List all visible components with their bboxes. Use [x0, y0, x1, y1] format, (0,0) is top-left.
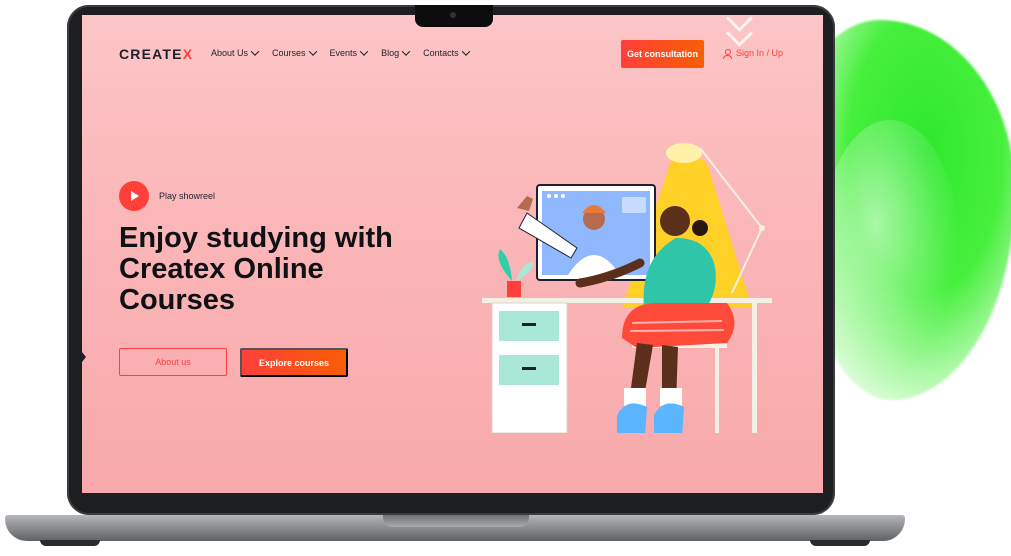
online-study-illustration: [482, 143, 772, 433]
laptop-screen: CREATEX About Us Courses Events Blog Con…: [82, 15, 823, 493]
nav-item-contacts[interactable]: Contacts: [423, 47, 470, 58]
chevron-down-icon: [401, 47, 411, 56]
user-icon: [723, 48, 732, 59]
chevron-down-icon: [359, 47, 369, 56]
sign-in-link[interactable]: Sign In / Up: [723, 48, 783, 59]
get-consultation-button[interactable]: Get consultation: [621, 40, 704, 68]
laptop-opening-groove: [383, 515, 529, 527]
hero-headline: Enjoy studying with Createx Online Cours…: [119, 222, 393, 316]
chevron-down-icon: [461, 47, 470, 56]
slider-edge-arrow-icon: [82, 352, 86, 362]
blob-highlight: [820, 120, 960, 380]
createx-logo[interactable]: CREATEX: [119, 46, 193, 62]
chevron-down-icon: [250, 47, 260, 56]
camera-icon: [450, 12, 456, 18]
nav-item-blog[interactable]: Blog: [381, 47, 411, 58]
nav-item-events[interactable]: Events: [330, 47, 369, 58]
showreel-label[interactable]: Play showreel: [159, 191, 215, 201]
laptop-foot-right: [810, 540, 870, 546]
play-icon: [131, 191, 139, 201]
laptop-foot-left: [40, 540, 100, 546]
about-us-button[interactable]: About us: [119, 348, 227, 376]
chevrons-decoration-icon: [726, 15, 753, 47]
play-showreel-button[interactable]: [119, 181, 149, 211]
nav-item-about-us[interactable]: About Us: [211, 47, 260, 58]
chevron-down-icon: [308, 47, 317, 56]
nav-item-courses[interactable]: Courses: [272, 47, 317, 58]
main-nav: About Us Courses Events Blog Contacts: [211, 47, 470, 58]
explore-courses-button[interactable]: Explore courses: [240, 348, 348, 377]
